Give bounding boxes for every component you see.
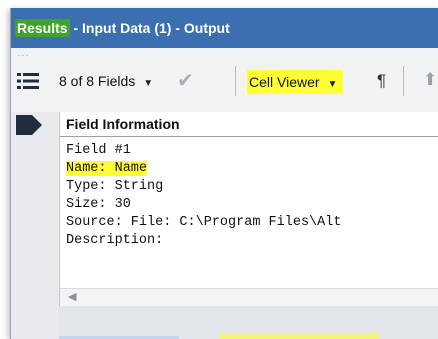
up-arrow-icon[interactable]: ⬆ xyxy=(423,67,437,93)
chevron-down-icon: ▼ xyxy=(143,78,154,89)
field-line: Type: String xyxy=(66,179,164,194)
field-line: Size: 30 xyxy=(66,197,131,212)
title-results-label: Results xyxy=(15,19,70,37)
title-bar: Results - Input Data (1) - Output xyxy=(11,8,438,48)
grip-dots-icon[interactable]: ··· xyxy=(17,51,31,61)
fields-dropdown-label: 8 of 8 Fields xyxy=(59,73,136,89)
cell-viewer-label: Cell Viewer xyxy=(249,74,320,90)
fields-dropdown[interactable]: 8 of 8 Fields ▼ xyxy=(59,68,153,94)
field-name-line: Name: Name xyxy=(66,161,148,176)
tab-highlight xyxy=(219,333,379,339)
scroll-left-icon[interactable]: ◀ xyxy=(68,290,76,303)
tag-icon[interactable] xyxy=(16,115,42,135)
field-line: Field #1 xyxy=(66,143,131,158)
checkmark-icon[interactable]: ✔ xyxy=(177,69,194,93)
toolbar-separator xyxy=(235,66,236,96)
list-view-icon[interactable] xyxy=(17,72,39,90)
title-text: - Input Data (1) - Output xyxy=(69,20,230,36)
left-pane xyxy=(11,112,59,339)
field-info-text[interactable]: Field #1 Name: Name Type: String Size: 3… xyxy=(66,142,341,250)
horizontal-scrollbar[interactable]: ◀ xyxy=(60,288,438,307)
toolbar-separator xyxy=(403,66,404,96)
cell-viewer-panel: Field Information Field #1 Name: Name Ty… xyxy=(59,112,438,307)
toolbar: ··· 8 of 8 Fields ▼ ✔ Cell Viewer ▼ ¶ ⬆ xyxy=(11,48,438,112)
results-window: Results - Input Data (1) - Output ··· 8 … xyxy=(10,8,438,339)
field-line: Description: xyxy=(66,233,164,248)
cell-viewer-dropdown[interactable]: Cell Viewer ▼ xyxy=(247,70,344,94)
panel-header: Field Information xyxy=(60,112,438,137)
chevron-down-icon: ▼ xyxy=(327,79,338,90)
bottom-strip xyxy=(59,306,438,339)
pilcrow-icon[interactable]: ¶ xyxy=(377,68,386,94)
field-line: Source: File: C:\Program Files\Alt xyxy=(66,215,342,230)
